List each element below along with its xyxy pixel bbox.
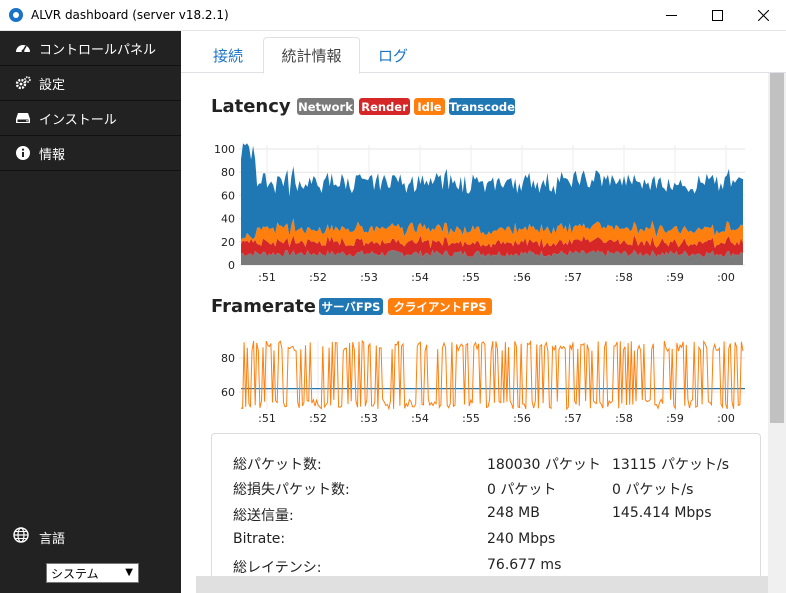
sidebar-item-info[interactable]: 情報 bbox=[0, 136, 181, 171]
main-content: 接続 統計情報 ログ Latency Network Render Idle T… bbox=[181, 31, 786, 593]
tab-connection[interactable]: 接続 bbox=[203, 37, 253, 74]
title-bar: ALVR dashboard (server v18.2.1) bbox=[0, 0, 786, 31]
latency-title: Latency bbox=[211, 96, 291, 117]
y-tick-label: 20 bbox=[221, 236, 235, 249]
language-label: 言語 bbox=[39, 531, 66, 547]
legend-idle: Idle bbox=[414, 98, 445, 115]
dashboard-icon bbox=[13, 40, 33, 56]
legend-server-fps: サーバFPS bbox=[319, 298, 383, 315]
sidebar-item-label: インストール bbox=[39, 112, 117, 128]
tab-label: 統計情報 bbox=[281, 47, 342, 65]
close-button[interactable] bbox=[740, 0, 786, 31]
sidebar-item-install[interactable]: インストール bbox=[0, 101, 181, 136]
stat-value: 180030 パケット bbox=[487, 457, 601, 473]
stat-label: 総レイテンシ: bbox=[233, 560, 322, 576]
x-tick-label: :51 bbox=[258, 271, 276, 284]
x-tick-label: :59 bbox=[666, 271, 684, 284]
sidebar-item-control-panel[interactable]: コントロールパネル bbox=[0, 31, 181, 66]
stat-value: 240 Mbps bbox=[487, 531, 556, 547]
sidebar: コントロールパネル 設定 インストール 情報 言語 システム ▼ bbox=[0, 31, 181, 593]
language-label-row: 言語 bbox=[13, 527, 65, 547]
stat-rate: 13115 パケット/s bbox=[612, 457, 729, 473]
x-tick-label: :57 bbox=[564, 271, 582, 284]
stat-label: 総損失パケット数: bbox=[233, 482, 350, 498]
minimize-button[interactable] bbox=[648, 0, 694, 31]
tab-label: ログ bbox=[377, 47, 408, 65]
legend-network: Network bbox=[297, 98, 354, 115]
gears-icon bbox=[13, 75, 33, 91]
y-tick-label: 40 bbox=[221, 213, 235, 226]
tab-label: 接続 bbox=[212, 47, 243, 65]
y-tick-label: 60 bbox=[221, 189, 235, 202]
globe-icon bbox=[13, 527, 33, 547]
x-tick-label: :00 bbox=[717, 271, 735, 284]
sidebar-item-settings[interactable]: 設定 bbox=[0, 66, 181, 101]
vertical-scrollbar-thumb[interactable] bbox=[770, 73, 784, 423]
info-icon bbox=[13, 145, 33, 161]
stat-label: 総送信量: bbox=[233, 508, 294, 524]
stat-value: 0 パケット bbox=[487, 482, 557, 498]
legend-transcode: Transcode bbox=[449, 98, 515, 115]
x-tick-label: :54 bbox=[411, 412, 429, 425]
window-title: ALVR dashboard (server v18.2.1) bbox=[31, 8, 229, 22]
x-tick-label: :55 bbox=[462, 412, 480, 425]
x-tick-label: :51 bbox=[258, 412, 276, 425]
x-tick-label: :54 bbox=[411, 271, 429, 284]
chevron-down-icon: ▼ bbox=[125, 567, 133, 578]
tab-bar: 接続 統計情報 ログ bbox=[181, 31, 786, 74]
x-tick-label: :52 bbox=[309, 412, 327, 425]
y-tick-label: 0 bbox=[228, 259, 235, 272]
stat-rate: 145.414 Mbps bbox=[612, 505, 712, 521]
line-client-fps bbox=[240, 339, 744, 411]
x-tick-label: :53 bbox=[360, 271, 378, 284]
stat-label: Bitrate: bbox=[233, 531, 286, 547]
x-tick-label: :55 bbox=[462, 271, 480, 284]
sidebar-item-label: 情報 bbox=[39, 147, 66, 163]
stat-rate: 0 パケット/s bbox=[612, 482, 694, 498]
horizontal-scrollbar[interactable] bbox=[196, 576, 768, 593]
x-tick-label: :57 bbox=[564, 412, 582, 425]
x-tick-label: :59 bbox=[666, 412, 684, 425]
x-tick-label: :56 bbox=[513, 412, 531, 425]
language-select[interactable]: システム ▼ bbox=[46, 563, 139, 583]
y-tick-label: 80 bbox=[221, 352, 235, 365]
stats-panel: 総パケット数: 180030 パケット 13115 パケット/s 総損失パケット… bbox=[211, 433, 761, 593]
minimize-icon bbox=[665, 15, 677, 16]
sidebar-item-label: 設定 bbox=[39, 77, 66, 93]
latency-chart: 0 20 40 60 80 100 :51 :52 :53 :54 :55 :56 :57 :58 :59:… bbox=[214, 143, 745, 284]
maximize-icon bbox=[711, 10, 723, 21]
x-tick-label: :56 bbox=[513, 271, 531, 284]
framerate-title: Framerate bbox=[211, 296, 316, 317]
x-tick-label: :58 bbox=[615, 271, 633, 284]
tab-logs[interactable]: ログ bbox=[367, 37, 419, 74]
framerate-chart: 60 80 :51 :52 :53 :54 :55 :56 :57 :58 :59 :00 bbox=[221, 339, 745, 425]
stat-value: 76.677 ms bbox=[487, 557, 562, 573]
y-tick-label: 60 bbox=[221, 386, 235, 399]
stat-label: 総パケット数: bbox=[233, 457, 322, 473]
stat-value: 248 MB bbox=[487, 505, 540, 521]
x-tick-label: :00 bbox=[717, 412, 735, 425]
close-icon bbox=[757, 10, 769, 21]
y-tick-label: 80 bbox=[221, 166, 235, 179]
x-tick-label: :53 bbox=[360, 412, 378, 425]
y-tick-label: 100 bbox=[214, 143, 235, 156]
area-transcode bbox=[241, 143, 743, 240]
legend-render: Render bbox=[359, 98, 410, 115]
hdd-icon bbox=[13, 110, 33, 126]
x-tick-label: :52 bbox=[309, 271, 327, 284]
language-select-value: システム bbox=[51, 566, 99, 581]
legend-client-fps: クライアントFPS bbox=[388, 298, 492, 315]
alvr-app-icon bbox=[9, 8, 23, 22]
sidebar-item-label: コントロールパネル bbox=[39, 42, 157, 58]
maximize-button[interactable] bbox=[694, 0, 740, 31]
x-tick-label: :58 bbox=[615, 412, 633, 425]
tab-statistics[interactable]: 統計情報 bbox=[263, 37, 360, 74]
